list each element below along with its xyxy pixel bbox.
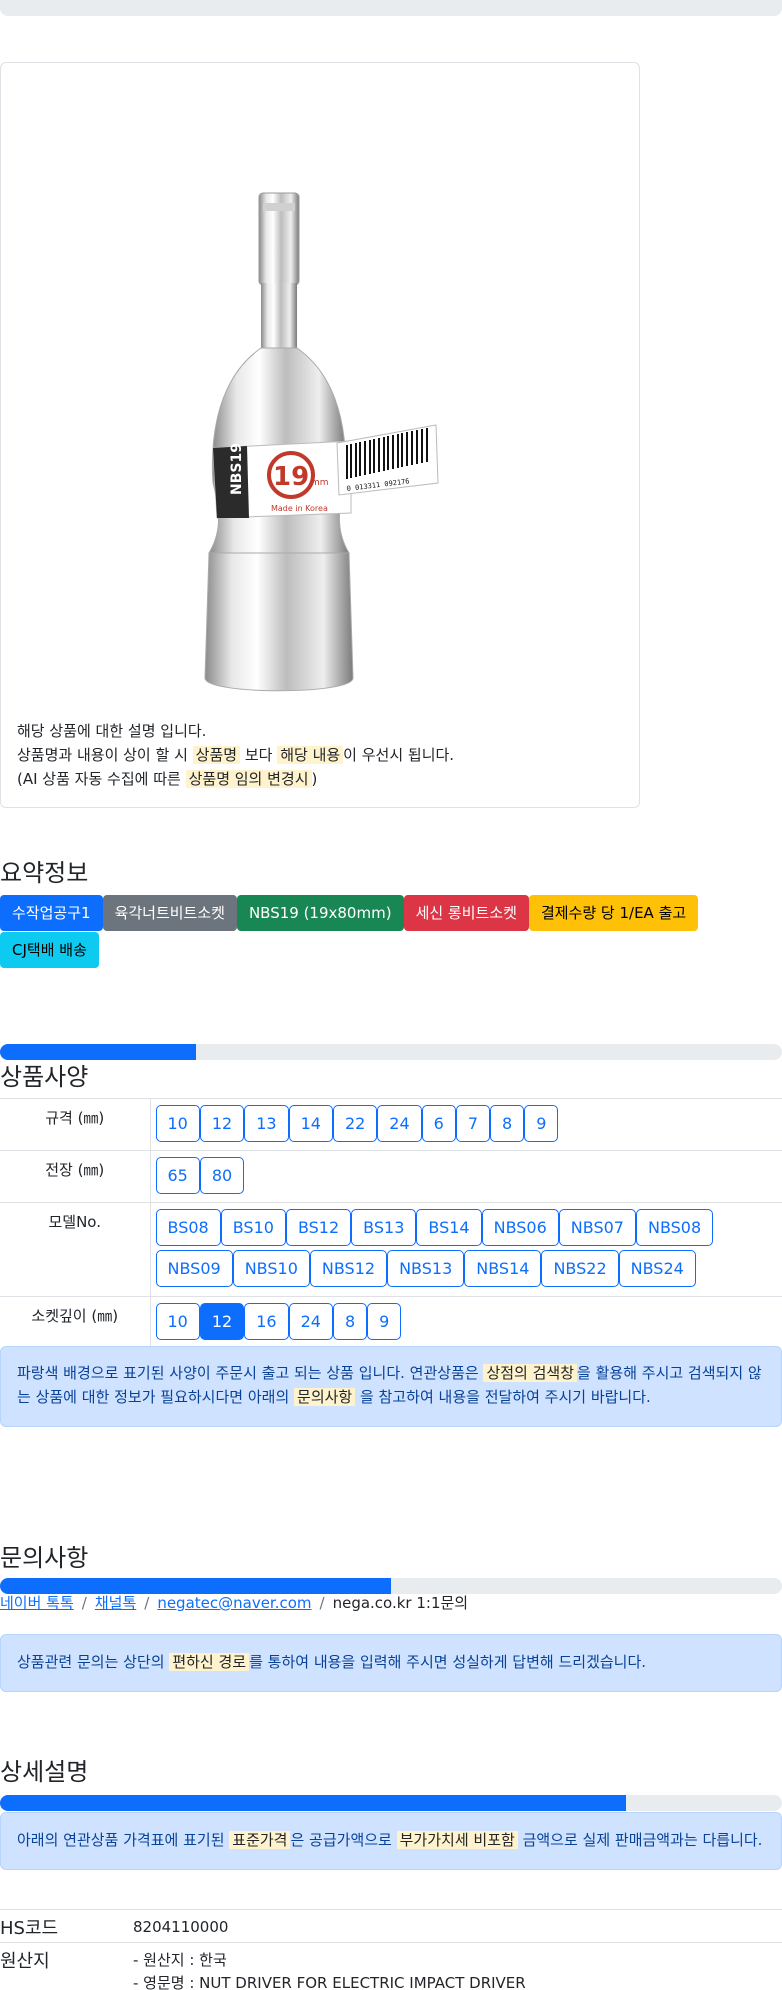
- spec-option-button[interactable]: BS12: [285, 1209, 352, 1246]
- spec-option-button[interactable]: BS14: [416, 1209, 482, 1246]
- summary-title: 요약정보: [0, 859, 89, 887]
- label-model-text: NBS19: [229, 443, 245, 495]
- product-image: NBS19 19 mm Made in Korea 0 013311 09217…: [204, 192, 439, 692]
- label-unit-text: mm: [311, 478, 329, 488]
- spec-row-options: BS08 BS10 BS12 BS13 BS14 NBS06 NBS07 NBS08 NBS09…: [150, 1202, 782, 1297]
- origin-line-2: - 영문명 : NUT DRIVER FOR ELECTRIC IMPACT D…: [133, 1974, 526, 1990]
- highlight-search-box: 상점의 검색창: [483, 1364, 578, 1382]
- spec-option-button[interactable]: NBS12: [309, 1250, 388, 1287]
- separator: /: [144, 1594, 150, 1612]
- spec-option-button[interactable]: BS13: [351, 1209, 417, 1246]
- origin-value: - 원산지 : 한국 - 영문명 : NUT DRIVER FOR ELECTR…: [133, 1949, 526, 1990]
- spec-row-options: 65 80: [150, 1150, 782, 1203]
- highlight-name-change: 상품명 임의 변경시: [185, 770, 312, 788]
- inquiry-title: 문의사항: [0, 1544, 89, 1572]
- label-size-text: 19: [273, 462, 309, 492]
- spec-progress: [0, 1044, 782, 1060]
- spec-option-button[interactable]: BS10: [220, 1209, 286, 1246]
- spec-option-button[interactable]: 10: [155, 1303, 200, 1340]
- spec-option-button[interactable]: 24: [288, 1303, 333, 1340]
- highlight-content: 해당 내용: [277, 746, 344, 764]
- summary-badge: 세신 롱비트소켓: [403, 895, 529, 931]
- origin-line-1: - 원산지 : 한국: [133, 1951, 227, 1969]
- spec-option-button[interactable]: 8: [332, 1303, 368, 1340]
- spec-option-button[interactable]: BS08: [155, 1209, 221, 1246]
- spec-row-options: 10 12 16 24 8 9: [150, 1296, 782, 1349]
- spec-option-button[interactable]: NBS13: [387, 1250, 465, 1287]
- spec-row-label: 모델No.: [0, 1202, 151, 1297]
- spec-option-button[interactable]: 24: [377, 1105, 422, 1142]
- summary-badges: 수작업공구1 육각너트비트소켓 NBS19 (19x80mm) 세신 롱비트소켓 결제수…: [0, 895, 720, 969]
- spec-row-options: 10 12 13 14 22 24 6 7 8 9: [150, 1098, 782, 1151]
- hs-code-row: HS코드 8204110000: [0, 1909, 782, 1942]
- spec-option-button[interactable]: NBS08: [635, 1209, 714, 1246]
- spec-option-button[interactable]: 9: [367, 1303, 402, 1340]
- spec-option-button[interactable]: NBS09: [155, 1250, 233, 1287]
- origin-label: 원산지: [0, 1951, 50, 1972]
- inquiry-site-text: nega.co.kr 1:1문의: [332, 1594, 469, 1612]
- spec-option-button[interactable]: 22: [332, 1105, 378, 1142]
- spec-row-label: 전장 (㎜): [0, 1150, 151, 1203]
- detail-title: 상세설명: [0, 1758, 89, 1786]
- spec-option-button[interactable]: NBS22: [541, 1250, 619, 1287]
- description-line-2: 상품명과 내용이 상이 할 시 상품명 보다 해당 내용 이 우선시 됩니다.: [17, 746, 455, 764]
- summary-badge: 결제수량 당 1/EA 출고: [528, 895, 699, 931]
- spec-row: 소켓깊이 (㎜) 10 12 16 24 8 9: [0, 1296, 782, 1349]
- spec-option-button[interactable]: 6: [421, 1105, 456, 1142]
- spec-option-button[interactable]: 12: [199, 1303, 245, 1340]
- top-progress-strip: [0, 0, 782, 16]
- spec-row-label: 소켓깊이 (㎜): [0, 1296, 151, 1349]
- spec-option-button[interactable]: NBS24: [618, 1250, 696, 1287]
- description-line-3: (AI 상품 자동 수집에 따른 상품명 임의 변경시): [17, 770, 318, 788]
- origin-row: 원산지 - 원산지 : 한국 - 영문명 : NUT DRIVER FOR EL…: [0, 1942, 782, 1990]
- spec-option-button[interactable]: 12: [199, 1105, 245, 1142]
- spec-option-button[interactable]: 13: [244, 1105, 289, 1142]
- link-naver-talk[interactable]: 네이버 톡톡: [0, 1594, 74, 1612]
- highlight-inquiry: 문의사항: [294, 1388, 356, 1406]
- spec-option-button[interactable]: 7: [455, 1105, 491, 1142]
- detail-progress: [0, 1795, 782, 1811]
- hs-code-label: HS코드: [0, 1918, 59, 1939]
- highlight-convenient-route: 편하신 경로: [169, 1653, 250, 1671]
- product-description: 해당 상품에 대한 설명 입니다. 상품명과 내용이 상이 할 시 상품명 보다…: [17, 719, 617, 791]
- highlight-standard-price: 표준가격: [229, 1831, 291, 1849]
- spec-option-button[interactable]: 65: [155, 1157, 200, 1194]
- spec-row: 규격 (㎜) 10 12 13 14 22 24 6 7 8 9: [0, 1098, 782, 1151]
- separator: /: [81, 1594, 87, 1612]
- spec-option-button[interactable]: 10: [155, 1105, 200, 1142]
- product-card: NBS19 19 mm Made in Korea 0 013311 09217…: [0, 62, 640, 808]
- spec-option-button[interactable]: 8: [490, 1105, 525, 1142]
- spec-row: 모델No. BS08 BS10 BS12 BS13 BS14 NBS06 NBS07 NBS08…: [0, 1202, 782, 1297]
- spec-table: 규격 (㎜) 10 12 13 14 22 24 6 7 8 9 전장 (㎜) 65 80 모델No. BS0…: [0, 1098, 782, 1349]
- inquiry-links: 네이버 톡톡 / 채널톡 / negatec@naver.com / nega.co.kr …: [0, 1592, 468, 1613]
- spec-notice: 파랑색 배경으로 표기된 사양이 주문시 출고 되는 상품 입니다. 연관상품은…: [0, 1346, 782, 1427]
- separator: /: [319, 1594, 325, 1612]
- summary-badge: CJ택배 배송: [0, 932, 99, 968]
- spec-option-button[interactable]: NBS07: [558, 1209, 636, 1246]
- link-channel-talk[interactable]: 채널톡: [95, 1594, 136, 1612]
- inquiry-notice: 상품관련 문의는 상단의 편하신 경로 를 통하여 내용을 입력해 주시면 성실하…: [0, 1634, 782, 1692]
- label-made-text: Made in Korea: [271, 504, 328, 513]
- spec-option-button[interactable]: NBS06: [481, 1209, 559, 1246]
- spec-option-button[interactable]: 14: [288, 1105, 333, 1142]
- spec-option-button[interactable]: NBS10: [232, 1250, 310, 1287]
- highlight-product-name: 상품명: [192, 746, 241, 764]
- summary-badge: 육각너트비트소켓: [102, 895, 237, 931]
- spec-row-label: 규격 (㎜): [0, 1098, 151, 1151]
- spec-row: 전장 (㎜) 65 80: [0, 1150, 782, 1203]
- highlight-vat-excluded: 부가가치세 비포함: [396, 1831, 518, 1849]
- detail-notice: 아래의 연관상품 가격표에 표기된 표준가격 은 공급가액으로 부가가치세 비포함…: [0, 1812, 782, 1870]
- link-email[interactable]: negatec@naver.com: [157, 1594, 311, 1612]
- spec-option-button[interactable]: 9: [524, 1105, 559, 1142]
- summary-badge: 수작업공구1: [0, 895, 103, 931]
- spec-option-button[interactable]: 80: [199, 1157, 245, 1194]
- summary-badge: NBS19 (19x80mm): [236, 895, 404, 931]
- description-line-1: 해당 상품에 대한 설명 입니다.: [17, 722, 207, 740]
- spec-title: 상품사양: [0, 1063, 89, 1091]
- detail-progress-bar: [0, 1795, 626, 1811]
- spec-option-button[interactable]: 16: [244, 1303, 289, 1340]
- spec-option-button[interactable]: NBS14: [464, 1250, 542, 1287]
- hs-code-value: 8204110000: [133, 1918, 229, 1936]
